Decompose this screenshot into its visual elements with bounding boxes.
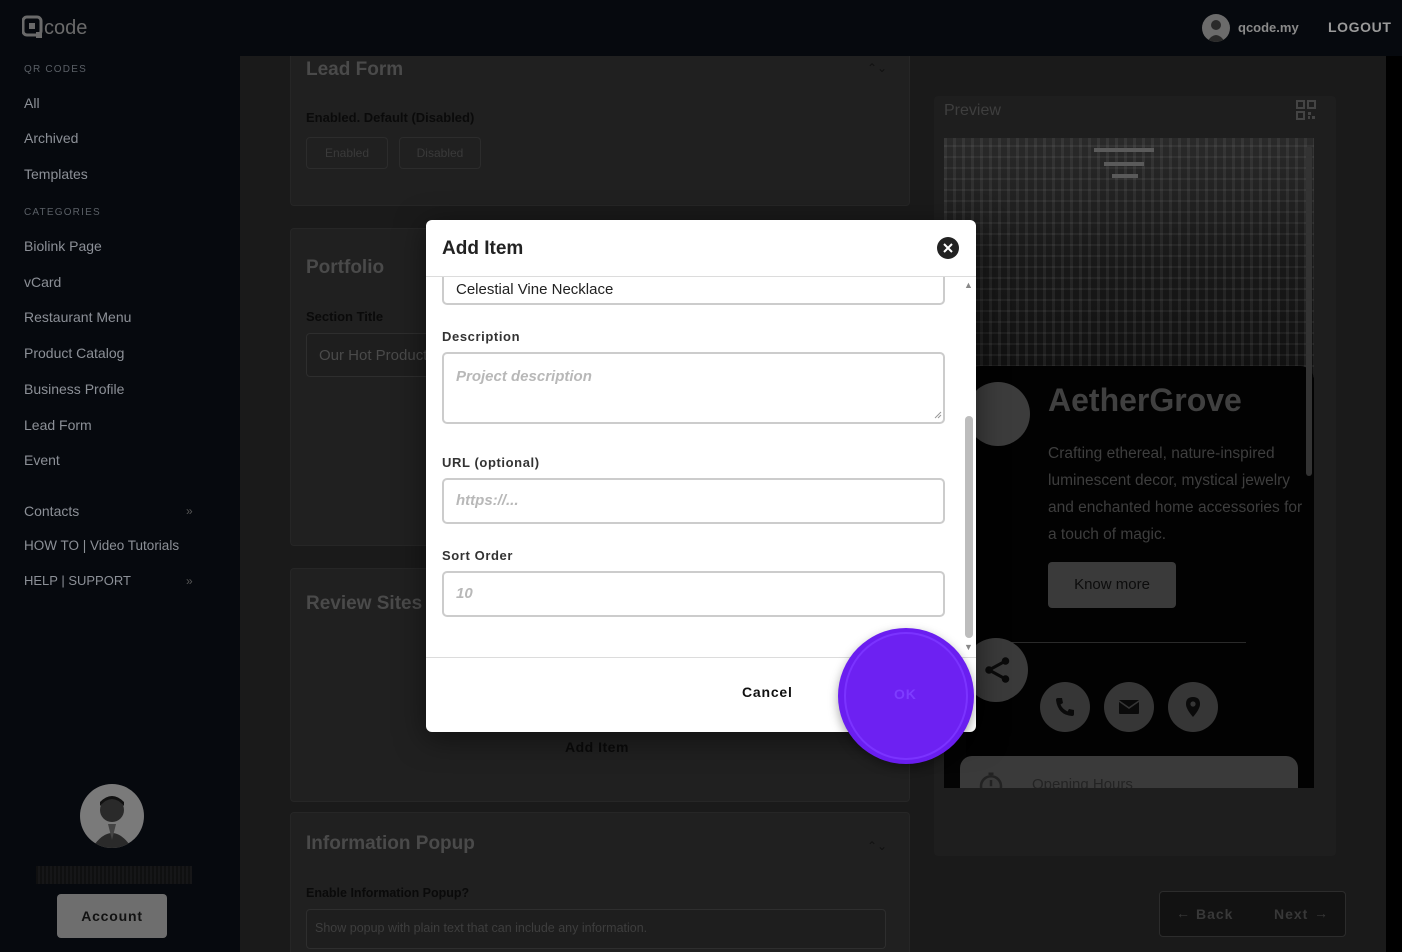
enabled-option[interactable]: Enabled xyxy=(306,137,388,169)
email-button[interactable] xyxy=(1104,682,1154,732)
sidebar-item-product-catalog[interactable]: Product Catalog xyxy=(24,345,124,361)
ok-button[interactable]: OK xyxy=(838,628,974,764)
share-icon xyxy=(985,657,1010,683)
scroll-down-icon[interactable]: ▼ xyxy=(964,642,973,652)
back-next-group: ← Back Next → xyxy=(1159,891,1346,937)
sidebar-item-vcard[interactable]: vCard xyxy=(24,274,61,290)
qcode-logo[interactable]: code xyxy=(21,14,102,40)
information-popup-hint[interactable]: Show popup with plain text that can incl… xyxy=(306,909,886,949)
preview-label: Preview xyxy=(944,102,1001,119)
portfolio-title: Portfolio xyxy=(306,257,385,278)
business-card: AetherGrove Crafting ethereal, nature-in… xyxy=(964,366,1314,788)
know-more-button[interactable]: Know more xyxy=(1048,562,1176,608)
sidebar-item-restaurant-menu[interactable]: Restaurant Menu xyxy=(24,309,131,325)
collapse-toggle-icon[interactable]: ⌃⌄ xyxy=(867,61,887,75)
ok-label: OK xyxy=(894,686,917,702)
sidebar-item-lead-form[interactable]: Lead Form xyxy=(24,417,92,433)
item-name-input[interactable]: Celestial Vine Necklace xyxy=(442,277,945,305)
opening-hours-card[interactable]: Opening Hours xyxy=(960,756,1298,788)
divider xyxy=(1006,642,1246,643)
stopwatch-icon xyxy=(979,772,1003,788)
business-description: Crafting ethereal, nature-inspired lumin… xyxy=(1048,445,1303,543)
sidebar-item-biolink-page[interactable]: Biolink Page xyxy=(24,238,102,254)
lead-form-enabled-label: Enabled. Default (Disabled) xyxy=(306,110,475,125)
chevron-right-icon: » xyxy=(186,574,193,588)
collapse-toggle-icon[interactable]: ⌃⌄ xyxy=(867,839,887,853)
review-sites-title: Review Sites xyxy=(306,593,423,614)
description-textarea[interactable]: Project description xyxy=(442,352,945,424)
information-popup-label: Enable Information Popup? xyxy=(306,886,470,900)
sidebar-item-business-profile[interactable]: Business Profile xyxy=(24,381,124,397)
back-button[interactable]: Back xyxy=(1196,906,1233,922)
information-popup-title: Information Popup xyxy=(306,833,475,854)
sidebar-item-all[interactable]: All xyxy=(24,95,40,111)
sidebar-item-templates[interactable]: Templates xyxy=(24,166,88,182)
sidebar-item-archived[interactable]: Archived xyxy=(24,130,78,146)
logout-link[interactable]: LOGOUT xyxy=(1328,19,1391,35)
description-label: Description xyxy=(442,329,521,344)
arrow-left-icon: ← xyxy=(1176,905,1190,921)
map-pin-icon xyxy=(1186,697,1200,717)
phone-preview: AetherGrove Crafting ethereal, nature-in… xyxy=(944,138,1314,788)
lead-form-title: Lead Form xyxy=(306,59,404,80)
qr-code-icon[interactable] xyxy=(1296,100,1316,120)
section-title-label: Section Title xyxy=(306,309,384,324)
resize-handle-icon[interactable] xyxy=(934,411,942,419)
close-icon xyxy=(943,243,953,253)
url-input[interactable]: https://... xyxy=(442,478,945,524)
sidebar-heading-qr-codes: QR CODES xyxy=(24,64,87,75)
account-name-redacted xyxy=(36,866,192,884)
arrow-right-icon: → xyxy=(1314,905,1328,921)
information-popup-card: Information Popup ⌃⌄ Enable Information … xyxy=(290,812,910,952)
sidebar-item-event[interactable]: Event xyxy=(24,452,60,468)
opening-hours-label: Opening Hours xyxy=(1032,776,1133,788)
url-label: URL (optional) xyxy=(442,455,540,470)
modal-scrollbar-thumb[interactable] xyxy=(965,416,973,638)
sidebar-item-help-support[interactable]: HELP | SUPPORT xyxy=(24,573,131,588)
lead-form-card: Lead Form ⌃⌄ Enabled. Default (Disabled)… xyxy=(290,56,910,206)
top-bar: code qcode.my LOGOUT xyxy=(0,0,1402,56)
preview-panel: Preview AetherGrove Crafting ethereal, n… xyxy=(934,96,1336,856)
chevron-right-icon: » xyxy=(186,504,193,518)
disabled-option[interactable]: Disabled xyxy=(399,137,481,169)
close-button[interactable] xyxy=(937,237,959,259)
envelope-icon xyxy=(1118,700,1140,714)
sidebar-item-contacts[interactable]: Contacts xyxy=(24,503,79,519)
sidebar-heading-categories: CATEGORIES xyxy=(24,207,101,218)
sort-order-label: Sort Order xyxy=(442,548,514,563)
svg-text:code: code xyxy=(44,17,87,39)
user-avatar-small[interactable] xyxy=(1202,14,1230,42)
sort-order-input[interactable]: 10 xyxy=(442,571,945,617)
store-photo xyxy=(944,138,1314,378)
phone-icon xyxy=(1056,698,1074,716)
business-name: AetherGrove xyxy=(1048,382,1242,418)
account-button[interactable]: Account xyxy=(57,894,167,938)
user-name-link[interactable]: qcode.my xyxy=(1238,20,1299,35)
cancel-button[interactable]: Cancel xyxy=(742,684,793,700)
preview-scrollbar[interactable] xyxy=(1306,146,1312,476)
modal-title: Add Item xyxy=(442,238,524,259)
location-button[interactable] xyxy=(1168,682,1218,732)
account-avatar xyxy=(80,784,144,848)
next-button[interactable]: Next xyxy=(1274,906,1308,922)
add-item-button[interactable]: Add Item xyxy=(565,739,629,755)
phone-button[interactable] xyxy=(1040,682,1090,732)
sidebar-item-video-tutorials[interactable]: HOW TO | Video Tutorials xyxy=(24,538,179,553)
scroll-up-icon[interactable]: ▲ xyxy=(964,280,973,290)
modal-body: Celestial Vine Necklace Description Proj… xyxy=(426,277,962,657)
